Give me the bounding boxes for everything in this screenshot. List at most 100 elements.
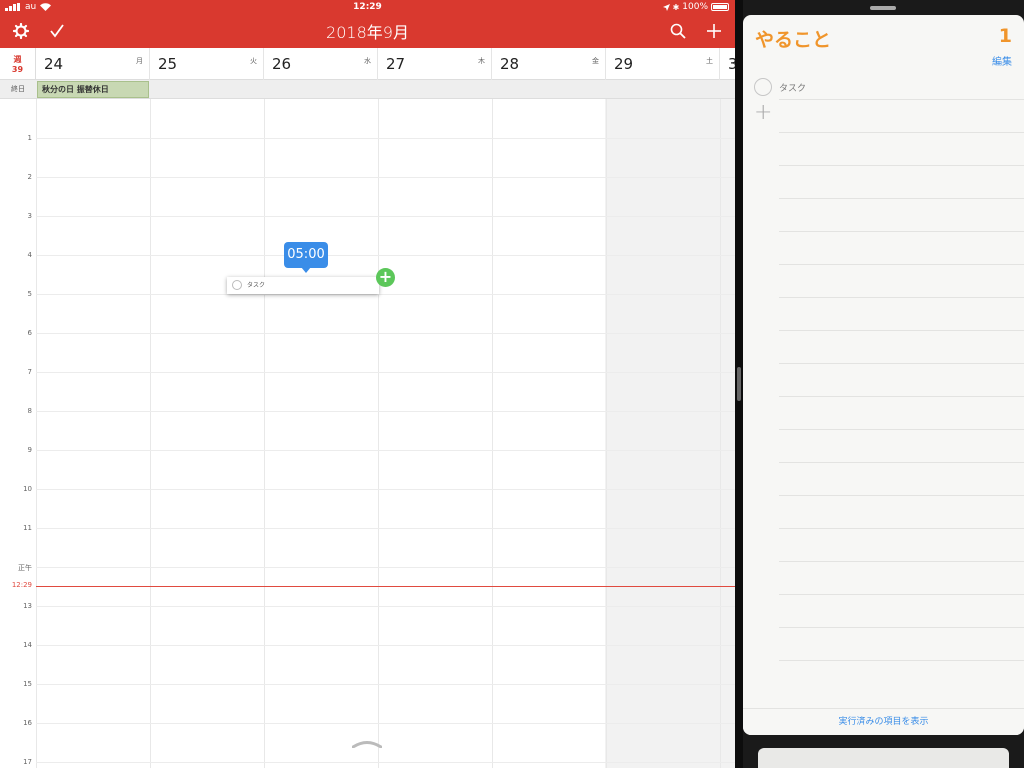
day-number: 26 bbox=[272, 55, 292, 73]
hour-label: 1 bbox=[27, 134, 32, 142]
day-number: 25 bbox=[158, 55, 178, 73]
reminder-item-label[interactable]: タスク bbox=[779, 81, 806, 94]
ruled-line bbox=[779, 165, 1024, 166]
hour-label: 13 bbox=[23, 602, 32, 610]
ruled-line bbox=[779, 132, 1024, 133]
column-divider bbox=[720, 99, 721, 768]
ruled-line bbox=[779, 429, 1024, 430]
show-completed-button[interactable]: 実行済みの項目を表示 bbox=[743, 708, 1024, 735]
hour-line bbox=[36, 606, 735, 607]
status-time: 12:29 bbox=[353, 2, 382, 12]
ruled-line bbox=[779, 528, 1024, 529]
column-divider bbox=[606, 99, 607, 768]
hour-line bbox=[36, 762, 735, 763]
battery-icon bbox=[711, 3, 729, 11]
ruled-line bbox=[779, 363, 1024, 364]
week-number[interactable]: 週 39 bbox=[0, 48, 36, 80]
chevron-up-icon[interactable] bbox=[352, 740, 382, 748]
current-time-line bbox=[36, 586, 735, 587]
status-bar-right: ✱ 100% bbox=[662, 2, 729, 12]
add-reminder-icon[interactable]: + bbox=[754, 102, 772, 124]
weekend-shade bbox=[605, 99, 735, 768]
ruled-line bbox=[779, 495, 1024, 496]
list-title: やること bbox=[755, 29, 832, 51]
reminder-checkbox[interactable] bbox=[754, 78, 772, 96]
hour-label: 2 bbox=[27, 173, 32, 181]
column-divider bbox=[378, 99, 379, 768]
reminders-app: やること 1 編集 タスク + 実行済みの項目を表示 bbox=[743, 0, 1024, 768]
hour-line bbox=[36, 216, 735, 217]
week-label: 週 bbox=[13, 55, 22, 64]
day-header-25[interactable]: 25 火 bbox=[151, 48, 264, 80]
column-divider bbox=[150, 99, 151, 768]
split-view-divider[interactable] bbox=[735, 0, 743, 768]
day-of-week: 木 bbox=[478, 57, 485, 65]
search-button[interactable] bbox=[667, 20, 689, 42]
day-of-week: 月 bbox=[136, 57, 143, 65]
hour-label: 15 bbox=[23, 680, 32, 688]
ruled-line bbox=[779, 396, 1024, 397]
battery-label: 100% bbox=[682, 2, 708, 12]
drag-time-bubble: 05:00 bbox=[284, 242, 328, 268]
hour-label: 10 bbox=[23, 485, 32, 493]
day-header-26[interactable]: 26 水 bbox=[265, 48, 378, 80]
day-of-week: 水 bbox=[364, 57, 371, 65]
hour-label: 4 bbox=[27, 251, 32, 259]
slide-over-handle[interactable] bbox=[870, 6, 896, 10]
add-event-button[interactable] bbox=[703, 20, 725, 42]
split-view-handle[interactable] bbox=[737, 367, 741, 401]
ruled-line bbox=[779, 264, 1024, 265]
hour-line bbox=[36, 489, 735, 490]
ruled-line bbox=[779, 198, 1024, 199]
edit-button[interactable]: 編集 bbox=[992, 53, 1012, 68]
month-title[interactable]: 2018年9月 bbox=[0, 19, 735, 43]
ruled-line bbox=[779, 594, 1024, 595]
ruled-line bbox=[779, 297, 1024, 298]
hour-line bbox=[36, 450, 735, 451]
ruled-line bbox=[779, 561, 1024, 562]
day-number: 27 bbox=[386, 55, 406, 73]
ruled-line bbox=[779, 660, 1024, 661]
hour-label: 9 bbox=[27, 446, 32, 454]
hour-line bbox=[36, 372, 735, 373]
hour-label: 14 bbox=[23, 641, 32, 649]
day-header-29[interactable]: 29 土 bbox=[607, 48, 720, 80]
drag-time-bubble-tip bbox=[301, 267, 311, 273]
hour-line bbox=[36, 294, 735, 295]
hour-line bbox=[36, 567, 735, 568]
ruled-line bbox=[779, 627, 1024, 628]
holiday-event[interactable]: 秋分の日 振替休日 bbox=[37, 81, 149, 98]
plus-icon bbox=[707, 24, 721, 38]
week-number-value: 39 bbox=[11, 65, 24, 74]
ruled-line bbox=[779, 99, 1024, 100]
dragged-task[interactable]: タスク bbox=[227, 277, 379, 294]
time-grid[interactable]: 1 2 3 4 5 6 7 8 9 10 11 正午 13 14 15 16 1… bbox=[0, 99, 735, 768]
hour-line bbox=[36, 177, 735, 178]
ruled-line bbox=[779, 231, 1024, 232]
calendar-header: au 12:29 ✱ 100% 2018年9月 bbox=[0, 0, 735, 48]
dragged-task-label: タスク bbox=[247, 282, 266, 289]
bluetooth-icon: ✱ bbox=[672, 2, 680, 12]
day-header-24[interactable]: 24 月 bbox=[37, 48, 150, 80]
column-divider bbox=[264, 99, 265, 768]
day-header-30[interactable]: 3 bbox=[721, 48, 735, 80]
column-divider bbox=[36, 99, 37, 768]
reminders-list-card: やること 1 編集 タスク + 実行済みの項目を表示 bbox=[743, 15, 1024, 735]
day-header-28[interactable]: 28 金 bbox=[493, 48, 606, 80]
hour-line bbox=[36, 723, 735, 724]
reminder-item[interactable]: タスク bbox=[743, 75, 1024, 99]
location-icon bbox=[662, 3, 670, 11]
hour-label: 5 bbox=[27, 290, 32, 298]
hour-line bbox=[36, 684, 735, 685]
search-icon bbox=[670, 23, 686, 39]
day-of-week: 金 bbox=[592, 57, 599, 65]
list-count: 1 bbox=[998, 25, 1012, 47]
hour-label: 6 bbox=[27, 329, 32, 337]
hour-line bbox=[36, 528, 735, 529]
stacked-list-card[interactable] bbox=[758, 748, 1009, 768]
day-number: 29 bbox=[614, 55, 634, 73]
day-header-27[interactable]: 27 木 bbox=[379, 48, 492, 80]
all-day-label: 終日 bbox=[11, 85, 25, 93]
day-number: 24 bbox=[44, 55, 64, 73]
hour-label: 17 bbox=[23, 758, 32, 766]
